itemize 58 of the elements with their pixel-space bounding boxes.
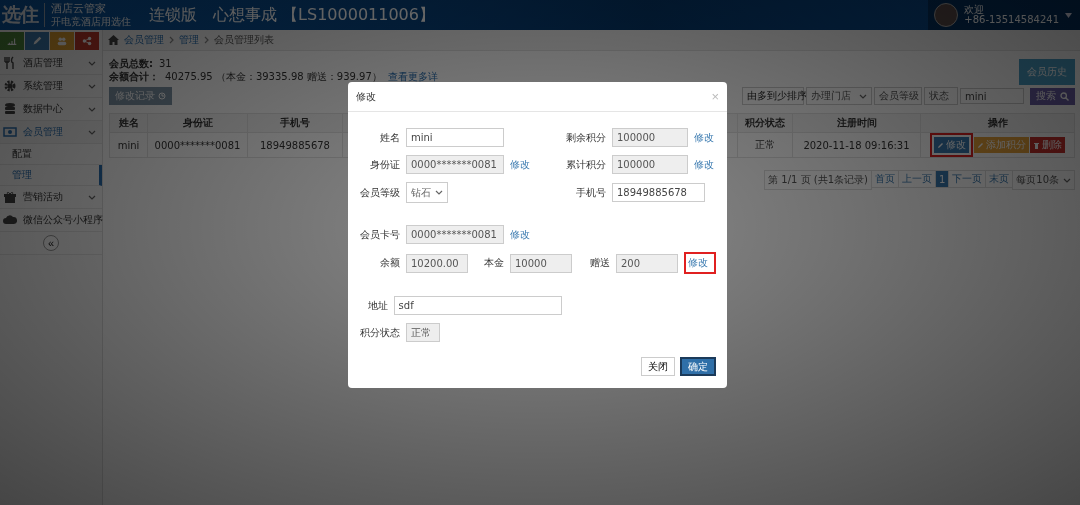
field-label: 地址 <box>366 298 388 313</box>
search-field[interactable]: mini <box>960 88 1024 104</box>
text-field[interactable]: 18949885678 <box>612 183 705 202</box>
greeting: 欢迎 <box>964 4 986 15</box>
level-select[interactable]: 钻石 <box>406 182 448 203</box>
field-label: 身份证 <box>369 157 400 172</box>
text-field[interactable]: mini <box>406 128 504 147</box>
page-info: 第 1/1 页 (共1条记录) <box>764 170 872 190</box>
close-button[interactable]: × <box>711 89 719 104</box>
brand-name: 酒店云管家 <box>51 3 107 16</box>
column-header: 身份证 <box>147 113 248 133</box>
brand-slogan: 开电竞酒店用选住 <box>51 15 131 27</box>
table-cell: 2020-11-18 09:16:31 <box>792 132 921 158</box>
balance-label: 余额合计： <box>109 70 159 83</box>
table-cell: 0000*******0081 <box>147 132 248 158</box>
field-label: 剩余积分 <box>565 130 606 145</box>
field-label: 余额 <box>379 256 400 270</box>
filter-select[interactable]: 由多到少排序 <box>742 87 804 105</box>
field-label: 会员卡号 <box>359 227 400 242</box>
breadcrumb-link[interactable]: 会员管理 <box>124 33 164 47</box>
dialog-title: 修改 <box>356 89 376 104</box>
member-count-label: 会员总数: <box>109 57 153 70</box>
text-field[interactable]: sdf <box>393 296 562 315</box>
field-label: 会员等级 <box>359 185 400 200</box>
table-cell: mini <box>109 132 148 158</box>
table-cell: 18949885678 <box>247 132 343 158</box>
user-phone: +86-13514584241 <box>964 15 1059 26</box>
field-label: 赠送 <box>589 256 610 270</box>
collapse-button[interactable]: « <box>43 235 59 251</box>
column-header: 操作 <box>920 113 1075 133</box>
column-header: 注册时间 <box>792 113 921 133</box>
page-size-select[interactable]: 每页10条 <box>1012 170 1075 190</box>
submenu-item[interactable]: 管理 <box>0 165 102 186</box>
field-label: 手机号 <box>575 185 606 200</box>
balance-total: 40275.95 （本金：39335.98 赠送：939.97） <box>165 70 382 83</box>
filter-select[interactable]: 办理门店 <box>806 87 872 105</box>
column-header: 手机号 <box>247 113 343 133</box>
field-label: 姓名 <box>379 130 400 145</box>
column-header: 积分状态 <box>737 113 793 133</box>
field-label: 积分状态 <box>359 325 400 340</box>
confirm-button[interactable]: 确定 <box>680 357 716 376</box>
close-dialog-button[interactable]: 关闭 <box>641 357 675 376</box>
logo: 选住 <box>2 2 38 27</box>
edition-title: 连锁版 <box>149 4 197 26</box>
member-count: 31 <box>159 57 172 70</box>
row-action-button[interactable]: 删除 <box>1030 137 1065 153</box>
table-cell: 正常 <box>737 132 793 158</box>
store-title: 心想事成 【LS1000011006】 <box>213 4 435 26</box>
first-page-button[interactable]: 首页 <box>870 170 899 188</box>
field-label: 累计积分 <box>565 157 606 172</box>
breadcrumb-link[interactable]: 管理 <box>179 33 199 47</box>
field-label: 本金 <box>483 256 504 270</box>
last-page-button[interactable]: 末页 <box>985 170 1014 188</box>
filter-select[interactable]: 状态 <box>924 87 958 105</box>
details-link[interactable]: 查看更多详 <box>387 70 438 83</box>
filter-select[interactable]: 会员等级 <box>874 87 922 105</box>
row-action-button[interactable]: 修改 <box>934 137 969 153</box>
column-header: 姓名 <box>109 113 148 133</box>
